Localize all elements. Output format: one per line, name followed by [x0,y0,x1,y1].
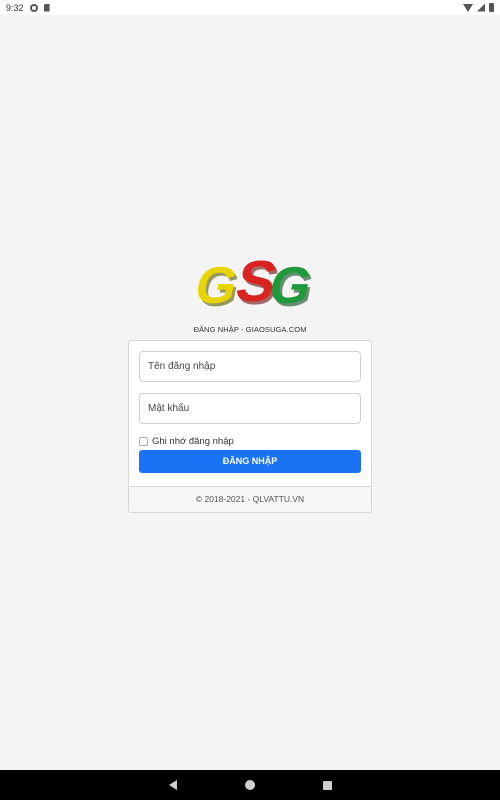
sd-card-icon [43,3,50,12]
gear-icon [29,3,38,12]
back-icon[interactable] [168,780,177,790]
navigation-bar [0,770,500,800]
remember-me[interactable]: Ghi nhớ đăng nhập [139,435,361,447]
wifi-icon [463,3,473,12]
status-bar: 9:32 [0,0,500,15]
signal-icon [477,3,485,12]
home-icon[interactable] [244,780,255,790]
remember-checkbox[interactable] [139,436,148,446]
recent-apps-icon[interactable] [322,780,332,790]
password-input[interactable] [139,393,361,424]
login-card: Ghi nhớ đăng nhập ĐĂNG NHẬP © 2018-2021 … [128,340,372,513]
gsg-logo: G S G G S G [190,250,312,318]
login-button[interactable]: ĐĂNG NHẬP [139,450,361,473]
login-form: Ghi nhớ đăng nhập ĐĂNG NHẬP [129,341,371,473]
username-input[interactable] [139,351,361,382]
remember-label: Ghi nhớ đăng nhập [152,435,234,447]
battery-icon [489,3,494,12]
copyright-footer: © 2018-2021 - QLVATTU.VN [129,486,371,512]
status-time: 9:32 [6,2,24,13]
login-caption: ĐĂNG NHẬP - GIAOSUGA.COM [193,325,307,334]
